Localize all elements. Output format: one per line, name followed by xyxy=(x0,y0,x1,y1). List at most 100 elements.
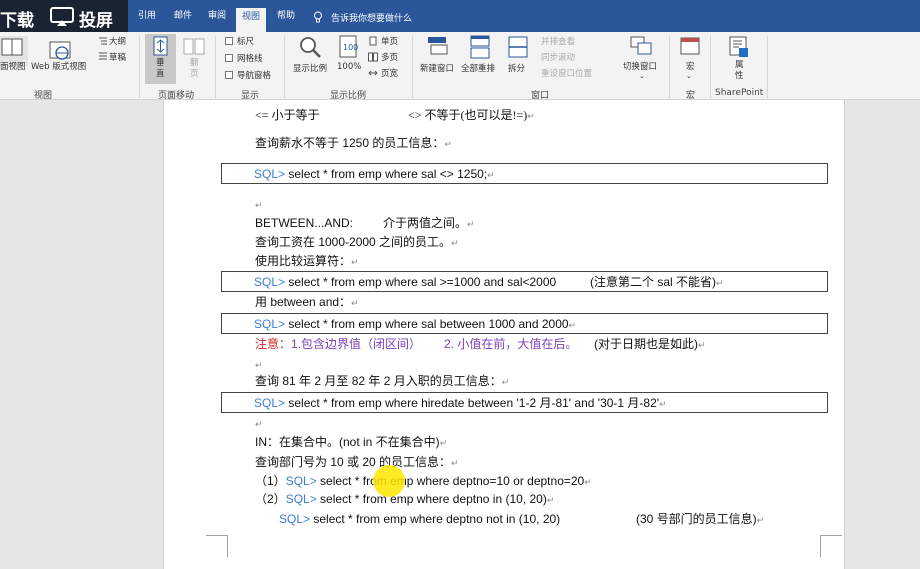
query-desc-1: 查询薪水不等于 1250 的员工信息： xyxy=(255,136,445,150)
page-width-icon[interactable] xyxy=(368,68,378,78)
page-width-label[interactable]: 页宽 xyxy=(381,67,398,79)
new-window-label[interactable]: 新建窗口 xyxy=(420,62,454,74)
doc-line: 使用比较运算符：↵ xyxy=(255,254,359,268)
sql-prompt: SQL> xyxy=(285,474,317,488)
zoom-100-label[interactable]: 100% xyxy=(337,62,361,72)
arrange-all-label[interactable]: 全部重排 xyxy=(461,62,495,74)
neq-text: <> 不等于(也可以是!=) xyxy=(408,108,528,122)
doc-line: ↵ xyxy=(255,419,263,429)
arrange-all-icon[interactable] xyxy=(468,35,492,59)
sql-prompt: SQL> xyxy=(254,275,286,289)
doc-line: 用 between and：↵ xyxy=(255,295,359,309)
ribbon: 面视图 Web 版式视图 大纲 草稿 视图 垂 直 翻 页 页面移动 标尺 网格… xyxy=(0,32,920,101)
web-layout-label[interactable]: Web 版式视图 xyxy=(31,60,86,72)
side-to-side-label[interactable]: 翻 页 xyxy=(190,58,199,80)
properties-icon[interactable] xyxy=(727,35,751,59)
switch-windows-icon[interactable] xyxy=(629,35,653,57)
sql-line: SQL> select * from emp where hiredate be… xyxy=(254,396,667,410)
sql-query-2: select * from emp where sal >=1000 and s… xyxy=(285,275,557,289)
note-closed-interval: 1.包含边界值（闭区间） xyxy=(291,337,422,351)
doc-line: 查询薪水不等于 1250 的员工信息：↵ xyxy=(255,136,452,150)
note-dates: (对于日期也是如此) xyxy=(594,337,698,351)
properties-label[interactable]: 属 性 xyxy=(735,60,744,82)
cast-label[interactable]: 投屏 xyxy=(79,6,113,31)
document-workspace[interactable]: <= 小于等于 <> 不等于(也可以是!=) ↵ 查询薪水不等于 1250 的员工… xyxy=(0,100,920,569)
doc-line: 介于两值之间。↵ xyxy=(383,216,475,230)
zoom-label[interactable]: 显示比例 xyxy=(293,62,327,74)
use-comparison-text: 使用比较运算符： xyxy=(255,254,352,268)
doc-line: 查询 81 年 2 月至 82 年 2 月入职的员工信息：↵ xyxy=(255,374,510,388)
switch-windows-label[interactable]: 切换窗口 xyxy=(623,60,657,72)
sql-prompt: SQL> xyxy=(254,317,286,331)
lte-text: <= 小于等于 xyxy=(255,108,320,122)
sql-line: SQL> select * from emp where sal between… xyxy=(254,317,577,331)
cursor-highlight xyxy=(373,465,405,497)
new-window-icon[interactable] xyxy=(426,35,450,57)
doc-line: 查询部门号为 10 或 20 的员工信息：↵ xyxy=(255,455,459,469)
sql-note-2: (注意第二个 sal 不能省) xyxy=(590,275,717,289)
tab-mailings[interactable]: 邮件 xyxy=(174,9,192,23)
tab-view[interactable]: 视图 xyxy=(236,8,267,32)
in-heading: IN：在集合中。(not in 不在集合中) xyxy=(255,435,440,449)
macros-label[interactable]: 宏 xyxy=(686,60,695,72)
sql-query-5: select * from emp where deptno=10 or dep… xyxy=(316,474,585,488)
doc-line: 查询工资在 1000-2000 之间的员工。↵ xyxy=(255,235,459,249)
macros-icon[interactable] xyxy=(679,36,701,58)
sharepoint-group-label: SharePoint xyxy=(715,88,764,98)
globe-icon[interactable] xyxy=(48,40,74,62)
svg-text:100: 100 xyxy=(343,43,358,52)
doc-line: ↵ xyxy=(255,360,263,370)
magnifier-icon[interactable] xyxy=(298,35,324,59)
vertical-label[interactable]: 垂 直 xyxy=(156,58,165,80)
sync-scrolling[interactable]: 同步滚动 xyxy=(541,51,575,63)
gridlines-label[interactable]: 网格线 xyxy=(237,52,263,64)
sql-query-1: select * from emp where sal <> 1250; xyxy=(285,167,488,181)
tab-help[interactable]: 帮助 xyxy=(277,9,295,23)
zoom-100-icon[interactable]: 100 xyxy=(337,35,361,59)
cast-icon[interactable] xyxy=(50,7,74,27)
query-desc-2: 查询工资在 1000-2000 之间的员工。 xyxy=(255,235,452,249)
sql-prompt: SQL> xyxy=(285,492,317,506)
macros-chevron-icon[interactable]: ⌄ xyxy=(686,72,692,80)
use-between-text: 用 between and： xyxy=(255,295,352,309)
sql-line: （2）SQL> select * from emp where deptno i… xyxy=(255,492,555,506)
draft-icon[interactable] xyxy=(98,51,108,61)
draft-label[interactable]: 草稿 xyxy=(109,51,126,63)
tell-me-search[interactable]: 告诉我你想要做什么 xyxy=(331,11,412,24)
sql-note-7: (30 号部门的员工信息) xyxy=(636,512,757,526)
view-side-by-side[interactable]: 并排查看 xyxy=(541,35,575,47)
outline-icon[interactable] xyxy=(98,36,108,46)
item-number-1: （1） xyxy=(255,474,286,488)
ribbon-tab-bar: 引用 邮件 审阅 视图 帮助 告诉我你想要做什么 xyxy=(0,0,920,32)
ruler-checkbox[interactable] xyxy=(225,37,233,45)
multiple-pages-icon[interactable] xyxy=(368,52,378,62)
page-crop-mark xyxy=(820,535,842,557)
note-line: 2. 小值在前，大值在后。 xyxy=(444,336,577,352)
page-crop-mark xyxy=(206,535,228,557)
document-page[interactable]: <= 小于等于 <> 不等于(也可以是!=) ↵ 查询薪水不等于 1250 的员工… xyxy=(163,100,845,569)
multiple-pages-label[interactable]: 多页 xyxy=(381,51,398,63)
one-page-label[interactable]: 单页 xyxy=(381,35,398,47)
outline-label[interactable]: 大纲 xyxy=(109,35,126,47)
nav-pane-label[interactable]: 导航窗格 xyxy=(237,69,271,81)
between-desc: 介于两值之间。 xyxy=(383,216,468,230)
switch-windows-chevron-icon[interactable]: ⌄ xyxy=(639,72,645,80)
split-icon[interactable] xyxy=(506,35,530,59)
one-page-icon[interactable] xyxy=(368,36,378,46)
nav-pane-checkbox[interactable] xyxy=(225,71,233,79)
sql-note: (30 号部门的员工信息)↵ xyxy=(636,512,765,526)
gridlines-checkbox[interactable] xyxy=(225,54,233,62)
download-label[interactable]: 下载 xyxy=(0,6,34,31)
tab-review[interactable]: 审阅 xyxy=(208,9,226,23)
tab-references[interactable]: 引用 xyxy=(138,9,156,23)
sql-prompt: SQL> xyxy=(254,396,286,410)
doc-line: BETWEEN...AND: xyxy=(255,215,353,231)
ruler-label[interactable]: 标尺 xyxy=(237,35,254,47)
read-mode-label[interactable]: 面视图 xyxy=(0,60,26,72)
sql-line: SQL> select * from emp where sal >=1000 … xyxy=(254,274,556,290)
reset-window-position[interactable]: 重设窗口位置 xyxy=(541,67,592,79)
side-to-side-icon[interactable] xyxy=(182,36,206,58)
sql-note: (注意第二个 sal 不能省)↵ xyxy=(590,275,724,289)
sql-prompt: SQL> xyxy=(279,512,311,526)
split-label[interactable]: 拆分 xyxy=(508,62,525,74)
